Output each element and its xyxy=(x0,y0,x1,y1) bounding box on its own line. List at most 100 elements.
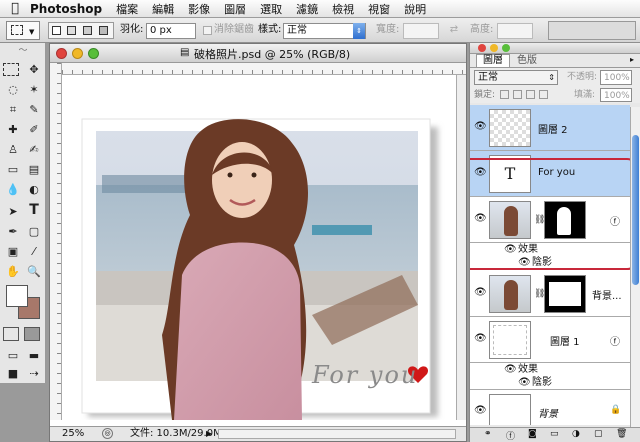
eye-icon[interactable]: 👁 xyxy=(474,287,487,298)
layer-style-icon[interactable]: ⓕ xyxy=(506,429,515,442)
new-layer-icon[interactable]: ▢ xyxy=(594,429,603,439)
add-mask-icon[interactable]: ◙ xyxy=(528,429,537,439)
gradient-tool-icon[interactable]: ▤ xyxy=(24,161,44,179)
shadow-row[interactable]: 👁 陰影 xyxy=(470,376,630,390)
trash-icon[interactable]: 🗑 xyxy=(616,429,627,439)
menu-window[interactable]: 視窗 xyxy=(368,1,390,17)
panel-close-icon[interactable] xyxy=(478,44,486,52)
vertical-scrollbar[interactable] xyxy=(456,75,466,420)
eye-icon[interactable]: 👁 xyxy=(518,376,531,389)
screen-mode-3-icon[interactable]: ■ xyxy=(3,365,23,383)
effects-row[interactable]: 👁 效果 xyxy=(470,363,630,376)
new-set-icon[interactable]: ▭ xyxy=(550,429,559,439)
swap-icon[interactable]: ⇄ xyxy=(447,24,461,38)
pen-tool-icon[interactable]: ✒ xyxy=(3,223,23,241)
add-selection-icon[interactable] xyxy=(67,26,76,35)
palette-well[interactable] xyxy=(548,21,636,40)
menu-layer[interactable]: 圖層 xyxy=(224,1,246,17)
brush-tool-icon[interactable]: ✐ xyxy=(24,121,44,139)
healing-brush-icon[interactable]: ✚ xyxy=(3,121,23,139)
close-icon[interactable] xyxy=(56,48,67,59)
hand-tool-icon[interactable]: ✋ xyxy=(3,263,23,281)
lock-pixels-icon[interactable] xyxy=(513,90,522,99)
shape-tool-icon[interactable]: ▢ xyxy=(24,223,44,241)
stamp-tool-icon[interactable]: ♙ xyxy=(3,141,23,159)
zoom-level[interactable]: 25% xyxy=(62,427,84,441)
foreground-color-front[interactable] xyxy=(6,285,28,307)
notes-tool-icon[interactable]: ▣ xyxy=(3,243,23,261)
eraser-tool-icon[interactable]: ▭ xyxy=(3,161,23,179)
layers-panel-titlebar[interactable] xyxy=(470,43,640,54)
menu-file[interactable]: 檔案 xyxy=(116,1,138,17)
eye-icon[interactable]: 👁 xyxy=(474,333,487,344)
layers-scroll-thumb[interactable] xyxy=(632,135,639,285)
eye-icon[interactable]: 👁 xyxy=(474,405,487,416)
menu-edit[interactable]: 編輯 xyxy=(152,1,174,17)
panel-minimize-icon[interactable] xyxy=(490,44,498,52)
zoom-icon[interactable] xyxy=(88,48,99,59)
lock-position-icon[interactable] xyxy=(526,90,535,99)
standard-mode-icon[interactable] xyxy=(3,327,19,341)
menu-help[interactable]: 說明 xyxy=(404,1,426,17)
lock-transparency-icon[interactable] xyxy=(500,90,509,99)
menu-image[interactable]: 影像 xyxy=(188,1,210,17)
magic-wand-icon[interactable]: ✶ xyxy=(24,81,44,99)
apple-icon[interactable]:  xyxy=(0,1,30,16)
tool-preset-picker[interactable]: ▼ xyxy=(6,21,40,40)
menu-filter[interactable]: 濾鏡 xyxy=(296,1,318,17)
fill-input[interactable]: 100% xyxy=(600,88,632,102)
menu-view[interactable]: 檢視 xyxy=(332,1,354,17)
link-layers-icon[interactable]: ⚭ xyxy=(484,429,492,439)
quickmask-mode-icon[interactable] xyxy=(24,327,40,341)
move-tool-icon[interactable]: ✥ xyxy=(24,61,44,79)
lasso-tool-icon[interactable]: ◌ xyxy=(3,81,23,99)
jump-to-imageready-icon[interactable]: ⇢ xyxy=(24,365,44,383)
opacity-input[interactable]: 100% xyxy=(600,70,632,85)
blur-tool-icon[interactable]: 💧 xyxy=(3,181,23,199)
panel-zoom-icon[interactable] xyxy=(502,44,510,52)
panel-menu-icon[interactable]: ▸ xyxy=(630,55,634,64)
horizontal-ruler[interactable] xyxy=(62,63,466,75)
width-input[interactable] xyxy=(403,23,439,39)
new-selection-icon[interactable] xyxy=(52,26,61,35)
adjustment-layer-icon[interactable]: ◑ xyxy=(572,429,580,439)
height-input[interactable] xyxy=(497,23,533,39)
eye-icon[interactable]: 👁 xyxy=(474,121,487,132)
vertical-ruler[interactable] xyxy=(50,63,62,420)
layer-row-background-copy[interactable]: 👁 ⛓ 背景... xyxy=(470,271,630,317)
menu-select[interactable]: 選取 xyxy=(260,1,282,17)
horizontal-scrollbar[interactable] xyxy=(218,429,456,439)
feather-input[interactable]: 0 px xyxy=(146,23,196,39)
crop-tool-icon[interactable]: ⌗ xyxy=(3,101,23,119)
screen-mode-1-icon[interactable]: ▭ xyxy=(3,347,23,365)
tab-channels[interactable]: 色版 xyxy=(512,55,542,67)
fx-icon[interactable]: ⓕ xyxy=(610,333,620,348)
document-titlebar[interactable]: ▤ 破格照片.psd @ 25% (RGB/8) xyxy=(50,44,466,63)
screen-mode-2-icon[interactable]: ▬ xyxy=(24,347,44,365)
selection-mode-buttons[interactable] xyxy=(48,22,114,39)
intersect-selection-icon[interactable] xyxy=(99,26,108,35)
type-tool-icon[interactable]: T xyxy=(24,201,44,219)
zoom-tool-icon[interactable]: 🔍 xyxy=(24,263,44,281)
subtract-selection-icon[interactable] xyxy=(83,26,92,35)
image-canvas[interactable]: For you xyxy=(62,75,466,420)
eyedropper-icon[interactable]: ⁄ xyxy=(24,243,44,261)
layer-row-background[interactable]: 👁 背景 🔒 xyxy=(470,391,630,425)
tab-layers[interactable]: 圖層 xyxy=(476,54,510,67)
style-select[interactable]: 正常 ⇕ xyxy=(283,23,366,39)
marquee-tool-icon[interactable] xyxy=(3,63,19,76)
status-info-icon[interactable]: ◎ xyxy=(102,428,113,439)
status-arrow-icon[interactable]: ▶ xyxy=(206,427,212,441)
blend-mode-select[interactable]: 正常 ⇕ xyxy=(474,70,558,85)
lock-all-icon[interactable] xyxy=(539,90,548,99)
eye-icon[interactable]: 👁 xyxy=(504,363,517,376)
layer-row-layer1[interactable]: 👁 圖層 1 ⓕ xyxy=(470,317,630,363)
dodge-tool-icon[interactable]: ◐ xyxy=(24,181,44,199)
slice-tool-icon[interactable]: ✎ xyxy=(24,101,44,119)
antialias-checkbox[interactable] xyxy=(203,26,212,35)
minimize-icon[interactable] xyxy=(72,48,83,59)
history-brush-icon[interactable]: ✍ xyxy=(24,141,44,159)
layer-row-layer2[interactable]: 👁 圖層 2 xyxy=(470,105,630,151)
path-select-icon[interactable]: ➤ xyxy=(3,203,23,221)
app-menu[interactable]: Photoshop xyxy=(30,2,102,16)
